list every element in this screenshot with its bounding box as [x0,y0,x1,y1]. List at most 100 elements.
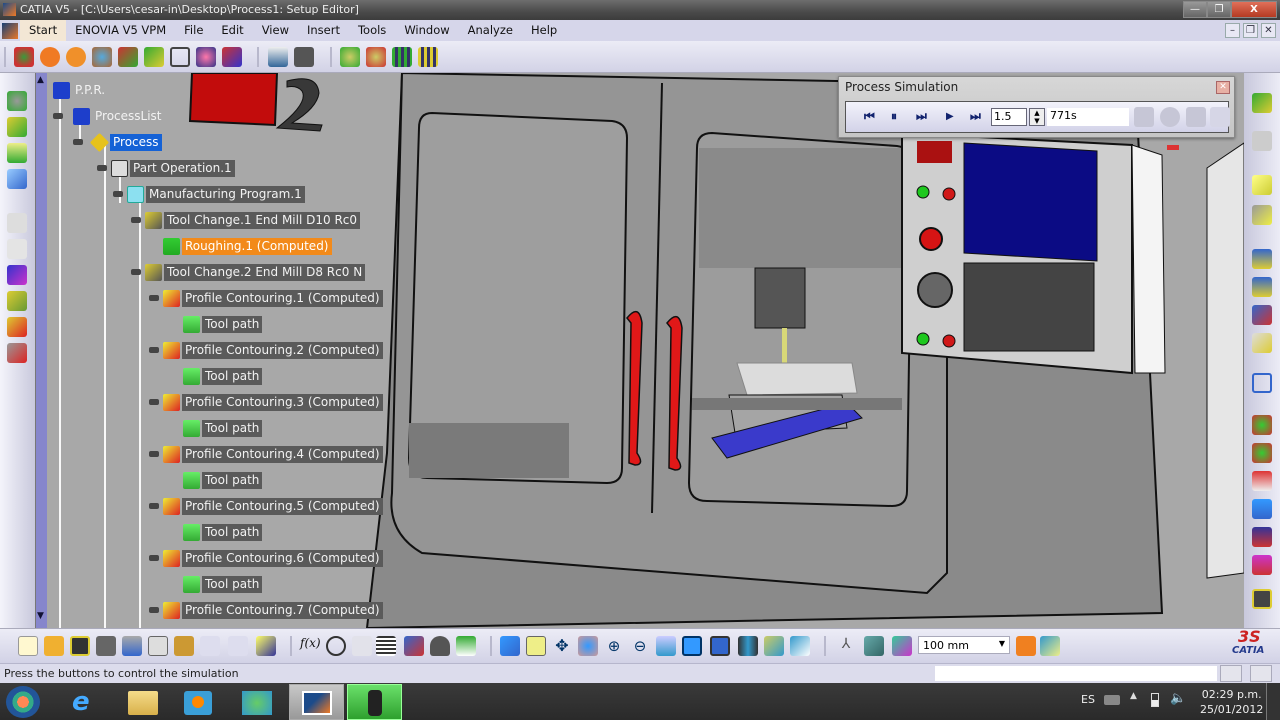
select-arrow-icon[interactable] [1252,175,1272,195]
system-clock[interactable]: 02:29 p.m. 25/01/2012 [1200,687,1263,717]
redo-icon[interactable] [228,636,248,656]
tree-item-tool-path[interactable]: Tool path [183,523,263,541]
rewind-button[interactable]: ⏮ [864,109,875,124]
search-part-icon[interactable] [92,47,112,67]
robot-edit-icon[interactable] [366,47,386,67]
pan-icon[interactable]: ✥ [552,636,572,656]
simulate-2-icon[interactable] [1252,443,1272,463]
tree-expand-icon[interactable] [404,636,424,656]
menu-tools[interactable]: Tools [349,20,395,41]
quick-view-icon[interactable] [710,636,730,656]
cut-icon[interactable] [122,636,142,656]
catia-menu-icon[interactable] [2,22,18,39]
delete-task-icon[interactable] [7,317,27,337]
report-icon[interactable] [1252,471,1272,491]
machine-icon[interactable] [40,47,60,67]
component-icon[interactable] [1252,277,1272,297]
ppr-icon[interactable] [14,47,34,67]
snap-icon[interactable] [892,636,912,656]
zoom-in-icon[interactable]: ⊕ [604,636,624,656]
multi-view-icon[interactable] [682,636,702,656]
menu-insert[interactable]: Insert [298,20,349,41]
axis-icon[interactable]: ⅄ [836,636,856,656]
tree-item-profile-contouring[interactable]: Profile Contouring.5 (Computed) [163,497,383,515]
tree-item-tool-change-2[interactable]: Tool Change.2 End Mill D8 Rc0 N [145,263,366,281]
zoom-out-icon[interactable]: ⊖ [630,636,650,656]
disabled-op-icon[interactable] [7,213,27,233]
render-style-icon[interactable] [738,636,758,656]
new-file-icon[interactable] [18,636,38,656]
device-icon[interactable] [1186,107,1206,127]
plane-icon[interactable] [864,636,884,656]
light-bulb-icon[interactable] [352,636,372,656]
bars-icon[interactable] [1252,249,1272,269]
undo-icon[interactable] [200,636,220,656]
resource-icon[interactable] [118,47,138,67]
swap-space-icon[interactable] [790,636,810,656]
menu-edit[interactable]: Edit [212,20,252,41]
menu-start[interactable]: Start [20,20,67,41]
tree-item-profile-contouring[interactable]: Profile Contouring.2 (Computed) [163,341,383,359]
menu-window[interactable]: Window [395,20,458,41]
export-icon[interactable] [1252,373,1272,393]
3d-viewport[interactable]: P.P.R. ProcessList Process Part Operatio… [47,73,1244,628]
menu-help[interactable]: Help [522,20,566,41]
tree-item-tool-path[interactable]: Tool path [183,367,263,385]
media-player-icon[interactable] [184,691,212,715]
magnify-search-icon[interactable] [1250,665,1272,682]
battery-icon[interactable] [1151,693,1159,707]
tree-item-profile-contouring[interactable]: Profile Contouring.3 (Computed) [163,393,383,411]
delete-op-icon[interactable] [7,343,27,363]
close-button[interactable]: X [1231,1,1277,18]
formula-icon[interactable]: f(x) [300,636,321,656]
film-icon[interactable] [392,47,412,67]
normal-view-icon[interactable] [656,636,676,656]
doc-close-button[interactable]: ✕ [1261,23,1276,38]
tree-item-profile-contouring[interactable]: Profile Contouring.7 (Computed) [163,601,383,619]
robot-icon[interactable] [340,47,360,67]
tool-change-insert-icon[interactable] [7,117,27,137]
tree-item-processlist[interactable]: ProcessList [73,107,165,125]
tree-item-tool-path[interactable]: Tool path [183,575,263,593]
volume-icon[interactable]: 🔈 [1170,691,1186,706]
restore-button[interactable]: ❐ [1207,1,1231,18]
save-disk-icon[interactable] [1252,589,1272,609]
whats-this-icon[interactable] [256,636,276,656]
tree-item-roughing[interactable]: Roughing.1 (Computed) [163,237,332,255]
tree-item-tool-path[interactable]: Tool path [183,419,263,437]
doc-minimize-button[interactable]: – [1225,23,1240,38]
video-icon[interactable] [1160,107,1180,127]
play-button[interactable]: ▶ [946,111,954,122]
product-icon[interactable] [170,47,190,67]
messenger-icon[interactable] [242,691,272,715]
taskbar-recorder-app[interactable] [347,684,402,720]
tree-item-process[interactable]: Process [89,132,162,152]
print-icon[interactable] [96,636,116,656]
keyboard-icon[interactable] [1104,695,1120,705]
doc-restore-button[interactable]: ❐ [1243,23,1258,38]
gear-process-icon[interactable] [7,265,27,285]
assembly-icon[interactable] [196,47,216,67]
internet-explorer-icon[interactable]: e [72,689,100,715]
pause-button[interactable]: ⏸ [891,109,897,124]
speed-input[interactable]: 1.5 [991,108,1027,126]
parameters-icon[interactable] [456,636,476,656]
tree-item-tool-change-1[interactable]: Tool Change.1 End Mill D10 Rc0 [145,211,361,229]
tree-item-manufacturing-program[interactable]: Manufacturing Program.1 [127,185,305,203]
machine-edit-icon[interactable] [66,47,86,67]
menu-file[interactable]: File [175,20,212,41]
scroll-down-arrow-icon[interactable]: ▼ [37,611,44,621]
minimize-button[interactable]: — [1183,1,1207,18]
zoom-scale-dropdown[interactable]: 100 mm ▼ [918,636,1010,654]
menu-view[interactable]: View [253,20,298,41]
resource-edit-icon[interactable] [144,47,164,67]
start-orb-icon[interactable] [6,686,40,718]
tree-item-tool-path[interactable]: Tool path [183,315,263,333]
table-icon[interactable] [376,636,396,656]
grid-options-icon[interactable] [1134,107,1154,127]
layout-icon[interactable] [1252,527,1272,547]
loop-icon[interactable] [1210,107,1230,127]
select-gear-icon[interactable] [1252,205,1272,225]
file-explorer-icon[interactable] [128,691,158,715]
joystick-icon[interactable] [1252,499,1272,519]
